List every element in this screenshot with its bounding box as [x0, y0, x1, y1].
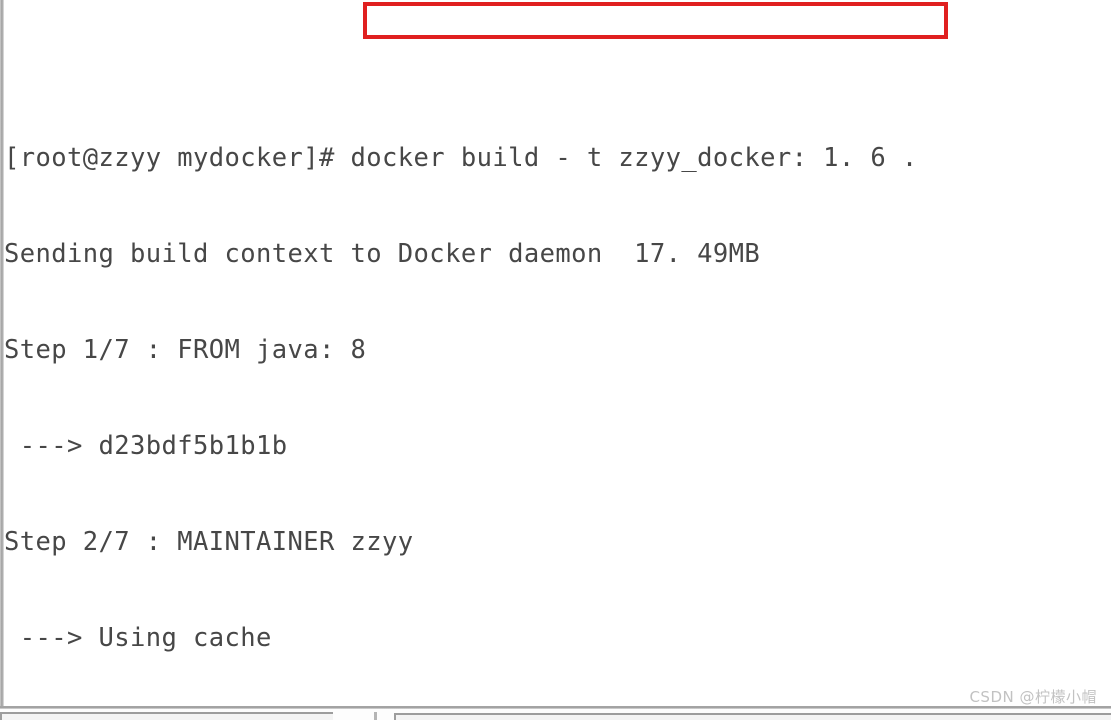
terminal-window: [root@zzyy mydocker]# docker build - t z… — [0, 0, 1111, 720]
bottom-panel-left-edge — [0, 712, 333, 720]
terminal-output-area[interactable]: [root@zzyy mydocker]# docker build - t z… — [4, 0, 1104, 720]
terminal-line-prompt: [root@zzyy mydocker]# docker build - t z… — [4, 143, 918, 173]
terminal-line-step-1: Step 1/7 : FROM java: 8 — [4, 335, 367, 365]
watermark-text: CSDN @柠檬小帽 — [969, 688, 1097, 706]
terminal-line-step-2: Step 2/7 : MAINTAINER zzyy — [4, 527, 414, 557]
bottom-panel-tick — [374, 712, 377, 720]
terminal-line-clipped — [4, 46, 1104, 78]
terminal-line-step-1-id: ---> d23bdf5b1b1b — [4, 431, 288, 461]
bottom-panel-inner — [394, 713, 1111, 720]
terminal-line-step-2-cache: ---> Using cache — [4, 623, 272, 653]
terminal-line-send-context: Sending build context to Docker daemon 1… — [4, 239, 761, 269]
